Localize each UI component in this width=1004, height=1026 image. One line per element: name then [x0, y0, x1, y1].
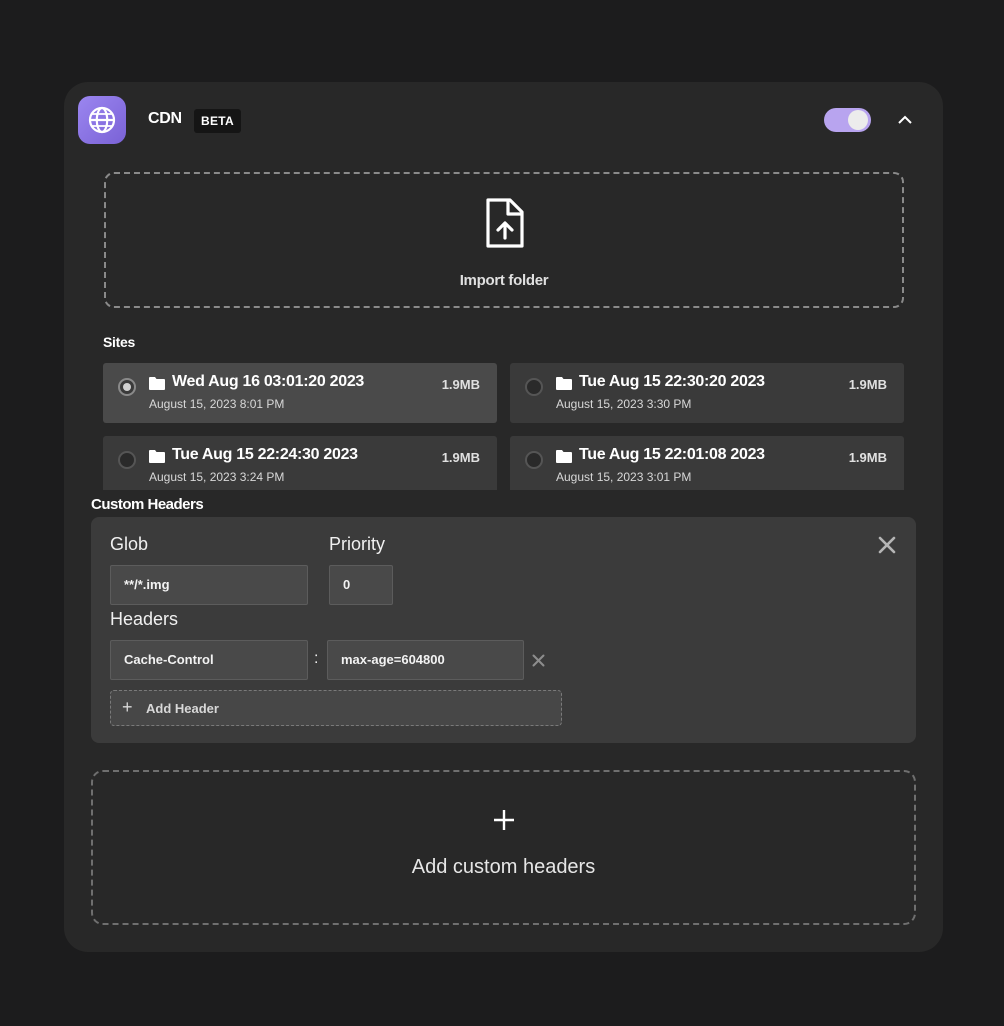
site-radio[interactable]: [525, 378, 543, 396]
remove-rule-button[interactable]: [875, 533, 899, 557]
site-size: 1.9MB: [848, 377, 887, 392]
site-radio[interactable]: [118, 378, 136, 396]
glob-label: Glob: [110, 534, 149, 554]
site-name: Wed Aug 16 03:01:20 2023: [172, 373, 365, 390]
header-key-input[interactable]: Cache-Control: [110, 640, 308, 680]
collapse-button[interactable]: [893, 108, 917, 132]
add-header-label: Add Header: [146, 701, 219, 716]
close-icon: [532, 654, 544, 666]
site-item[interactable]: Tue Aug 15 22:30:20 2023 August 15, 2023…: [510, 363, 904, 423]
site-size: 1.9MB: [848, 450, 887, 465]
import-folder-label: Import folder: [459, 272, 549, 289]
cdn-enable-toggle[interactable]: [824, 108, 871, 132]
site-radio[interactable]: [525, 451, 543, 469]
beta-badge: BETA: [194, 109, 241, 133]
close-icon: [878, 536, 896, 554]
site-radio[interactable]: [118, 451, 136, 469]
site-date: August 15, 2023 3:01 PM: [556, 470, 692, 484]
glob-input[interactable]: **/*.img: [110, 565, 308, 605]
chevron-up-icon: [898, 115, 912, 124]
add-custom-headers-label: Add custom headers: [411, 856, 596, 878]
folder-icon: [149, 450, 165, 463]
priority-input[interactable]: 0: [329, 565, 393, 605]
headers-label: Headers: [110, 609, 179, 629]
site-date: August 15, 2023 3:30 PM: [556, 397, 692, 411]
site-date: August 15, 2023 3:24 PM: [149, 470, 285, 484]
plus-icon: [93, 808, 914, 844]
folder-icon: [556, 377, 572, 390]
site-name: Tue Aug 15 22:24:30 2023: [172, 446, 358, 463]
add-header-button[interactable]: + Add Header: [110, 690, 562, 726]
site-item[interactable]: Tue Aug 15 22:24:30 2023 August 15, 2023…: [103, 436, 497, 490]
globe-icon: [78, 96, 126, 144]
header-value-input[interactable]: max-age=604800: [327, 640, 524, 680]
site-date: August 15, 2023 8:01 PM: [149, 397, 285, 411]
site-item[interactable]: Tue Aug 15 22:01:08 2023 August 15, 2023…: [510, 436, 904, 490]
priority-label: Priority: [329, 534, 386, 554]
sites-heading: Sites: [103, 334, 135, 350]
sites-list[interactable]: Wed Aug 16 03:01:20 2023 August 15, 2023…: [103, 363, 904, 490]
site-size: 1.9MB: [441, 450, 480, 465]
header-separator: :: [314, 650, 319, 667]
toggle-knob: [848, 110, 868, 130]
cdn-card: CDN BETA Import folder Sites Wed Aug 16 …: [64, 82, 943, 952]
radio-selected-dot: [123, 383, 131, 391]
site-name: Tue Aug 15 22:01:08 2023: [579, 446, 765, 463]
remove-header-button[interactable]: [530, 652, 546, 668]
custom-headers-heading: Custom Headers: [91, 496, 204, 513]
file-upload-icon: [486, 198, 524, 248]
custom-header-rule: Glob Priority **/*.img 0 Headers Cache-C…: [91, 517, 916, 743]
import-folder-dropzone[interactable]: Import folder: [104, 172, 904, 308]
site-item[interactable]: Wed Aug 16 03:01:20 2023 August 15, 2023…: [103, 363, 497, 423]
site-size: 1.9MB: [441, 377, 480, 392]
folder-icon: [556, 450, 572, 463]
plus-icon: +: [122, 697, 133, 717]
add-custom-headers-button[interactable]: Add custom headers: [91, 770, 916, 925]
app-title: CDN: [148, 110, 182, 127]
site-name: Tue Aug 15 22:30:20 2023: [579, 373, 765, 390]
folder-icon: [149, 377, 165, 390]
